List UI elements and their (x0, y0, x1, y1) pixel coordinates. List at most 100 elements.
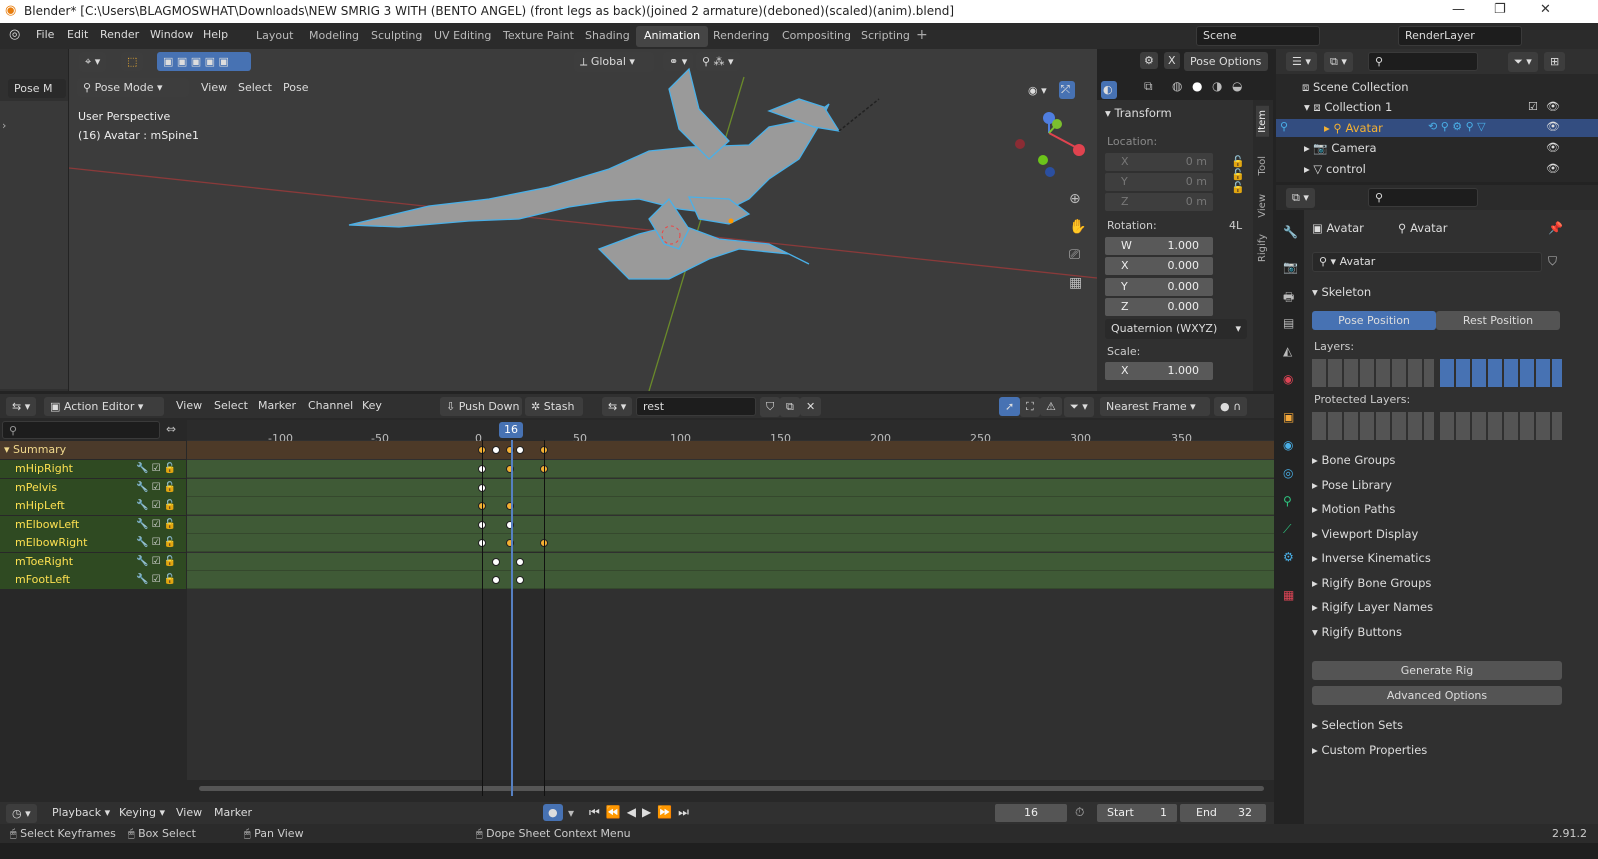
rotation-lock-mode[interactable]: 4L (1229, 219, 1242, 232)
push-down-button[interactable]: ⇩ Push Down (440, 397, 522, 416)
tab-sculpting[interactable]: Sculpting (363, 26, 430, 47)
tab-animation[interactable]: Animation (636, 26, 709, 47)
channel-controls-icon[interactable]: 🔧 ☑ 🔓 (136, 516, 176, 534)
channel-mhipleft[interactable]: mHipLeft 🔧 ☑ 🔓 (0, 497, 186, 515)
outliner-editor-icon[interactable]: ☰ ▾ (1286, 52, 1317, 71)
tab-uv-editing[interactable]: UV Editing (426, 26, 499, 47)
data-tab-icon[interactable]: ⚲ (1283, 494, 1292, 508)
playhead-line[interactable] (511, 440, 513, 796)
collection-eye-icon[interactable]: 👁 (1546, 100, 1560, 113)
avatar-row[interactable]: ⚲ ▸ ⚲ Avatar ⟲ ⚲ ⚙ ⚲ ▽ 👁 (1276, 119, 1598, 137)
navigation-gizmo[interactable] (1011, 111, 1091, 181)
transform-header[interactable]: ▾ Transform (1105, 106, 1172, 120)
armature-data-field[interactable]: ⚲ ▾ Avatar (1312, 252, 1542, 272)
rotation-w-field[interactable]: W 1.000 (1105, 237, 1213, 255)
menu-render[interactable]: Render (100, 28, 139, 41)
keyframe[interactable] (492, 446, 500, 454)
swap-icon[interactable]: ⇔ (166, 422, 176, 436)
keyframe[interactable] (492, 576, 500, 584)
world-tab-icon[interactable]: ◉ (1283, 372, 1293, 386)
modifier-tab-icon[interactable]: ◉ (1283, 438, 1293, 452)
minimize-button[interactable]: — (1452, 2, 1465, 17)
tab-shading[interactable]: Shading (577, 26, 638, 47)
proportional-edit-icon[interactable]: ● ∩ (1214, 397, 1248, 416)
horizontal-scrollbar[interactable] (199, 786, 1264, 791)
keyframe[interactable] (516, 446, 524, 454)
auto-keying-dropdown-icon[interactable]: ▾ (568, 806, 574, 820)
render-layer-selector[interactable]: RenderLayer (1398, 26, 1522, 46)
properties-editor-icon[interactable]: ⧉ ▾ (1286, 188, 1315, 208)
pin-icon[interactable]: 📌 (1548, 221, 1563, 235)
left-viewport[interactable] (0, 101, 68, 389)
protected-layers-grid-2[interactable] (1440, 412, 1562, 440)
rigify-bone-groups-section[interactable]: ▸ Rigify Bone Groups (1312, 576, 1431, 590)
clock-icon[interactable]: ⏱ (1075, 805, 1084, 820)
pose-library-section[interactable]: ▸ Pose Library (1312, 478, 1392, 492)
avatar-item[interactable]: ▸ ⚲ Avatar (1324, 121, 1383, 135)
channel-summary[interactable]: ▾ Summary (0, 441, 186, 459)
new-collection-icon[interactable]: ⊞ (1544, 52, 1566, 71)
scene-tab-icon[interactable]: ◭ (1283, 344, 1292, 358)
menu-file[interactable]: File (36, 28, 54, 41)
unlink-action-icon[interactable]: ✕ (800, 397, 822, 416)
channel-mtoeright[interactable]: mToeRight 🔧 ☑ 🔓 (0, 553, 186, 571)
tab-texture-paint[interactable]: Texture Paint (495, 26, 582, 47)
rest-position-button[interactable]: Rest Position (1436, 311, 1560, 330)
show-hidden-icon[interactable]: ⛶ (1020, 397, 1040, 417)
pose-position-button[interactable]: Pose Position (1312, 311, 1436, 330)
gizmo-toggle-icon[interactable]: ⤱ (1059, 81, 1075, 99)
bone-layers-grid-2[interactable] (1440, 359, 1562, 387)
collection-checkbox[interactable]: ☑ (1528, 100, 1538, 113)
scene-selector[interactable]: Scene (1196, 26, 1320, 46)
location-y-field[interactable]: Y 0 m (1105, 173, 1213, 191)
rotation-y-field[interactable]: Y 0.000 (1105, 278, 1213, 296)
only-selected-icon[interactable]: ➚ (999, 397, 1021, 416)
custom-properties-section[interactable]: ▸ Custom Properties (1312, 743, 1427, 757)
timeline-editor-icon[interactable]: ◷ ▾ (6, 804, 37, 823)
advanced-options-button[interactable]: Advanced Options (1312, 686, 1562, 705)
tl-menu-view[interactable]: View (176, 806, 202, 819)
menu-playback[interactable]: Playback ▾ (52, 806, 110, 819)
control-item[interactable]: ▸ ▽ control (1304, 162, 1366, 176)
action-name-field[interactable]: rest (636, 397, 756, 416)
rotation-mode-selector[interactable]: Quaternion (WXYZ) ▾ (1105, 319, 1247, 339)
bone-tab-icon[interactable]: ⟋ (1283, 522, 1291, 537)
channel-controls-icon[interactable]: 🔧 ☑ 🔓 (136, 571, 176, 589)
bone-layers-grid-1[interactable] (1312, 359, 1434, 387)
properties-search-input[interactable]: ⚲ (1368, 188, 1478, 207)
grid-view-icon[interactable]: ▦ (1069, 275, 1082, 291)
rigify-layer-names-section[interactable]: ▸ Rigify Layer Names (1312, 600, 1433, 614)
action-browse-icon[interactable]: ⇆ ▾ (602, 397, 633, 416)
tab-scripting[interactable]: Scripting (853, 26, 918, 47)
generate-rig-button[interactable]: Generate Rig (1312, 661, 1562, 680)
scene-collection-item[interactable]: ⧈ Scene Collection (1302, 80, 1409, 95)
auto-keying-icon[interactable]: ● (543, 804, 563, 821)
ds-menu-marker[interactable]: Marker (258, 399, 296, 412)
current-frame-field[interactable]: 16 (995, 804, 1067, 822)
channel-mpelvis[interactable]: mPelvis 🔧 ☑ 🔓 (0, 479, 186, 497)
maximize-button[interactable]: ❐ (1494, 2, 1506, 17)
rotation-x-field[interactable]: X 0.000 (1105, 257, 1213, 275)
menu-keying[interactable]: Keying ▾ (119, 806, 165, 819)
channel-controls-icon[interactable]: 🔧 ☑ 🔓 (136, 534, 176, 552)
editor-type-icon[interactable]: ⇆ ▾ (6, 397, 37, 416)
tab-tool[interactable]: Tool (1256, 152, 1269, 179)
tl-menu-marker[interactable]: Marker (214, 806, 252, 819)
channel-search-input[interactable]: ⚲ (2, 421, 160, 439)
output-tab-icon[interactable]: 🖶 (1283, 288, 1294, 309)
outliner-filter-icon[interactable]: ⏷ ▾ (1508, 52, 1538, 72)
stash-button[interactable]: ✲ Stash (525, 397, 583, 416)
inverse-kinematics-section[interactable]: ▸ Inverse Kinematics (1312, 551, 1431, 565)
menu-window[interactable]: Window (150, 28, 193, 41)
new-action-icon[interactable]: ⧉ (780, 397, 800, 417)
keyframe[interactable] (492, 558, 500, 566)
tab-rigify[interactable]: Rigify (1256, 230, 1269, 266)
fake-user-icon[interactable]: ⛉ (760, 397, 781, 417)
location-x-field[interactable]: X 0 m (1105, 153, 1213, 171)
camera-eye-icon[interactable]: 👁 (1546, 141, 1560, 154)
channel-mfootleft[interactable]: mFootLeft 🔧 ☑ 🔓 (0, 571, 186, 589)
zoom-icon[interactable]: ⊕ (1069, 191, 1081, 207)
motion-paths-section[interactable]: ▸ Motion Paths (1312, 502, 1395, 516)
render-tab-icon[interactable]: 📷 (1283, 260, 1298, 274)
outliner-search-input[interactable]: ⚲ (1368, 52, 1478, 71)
